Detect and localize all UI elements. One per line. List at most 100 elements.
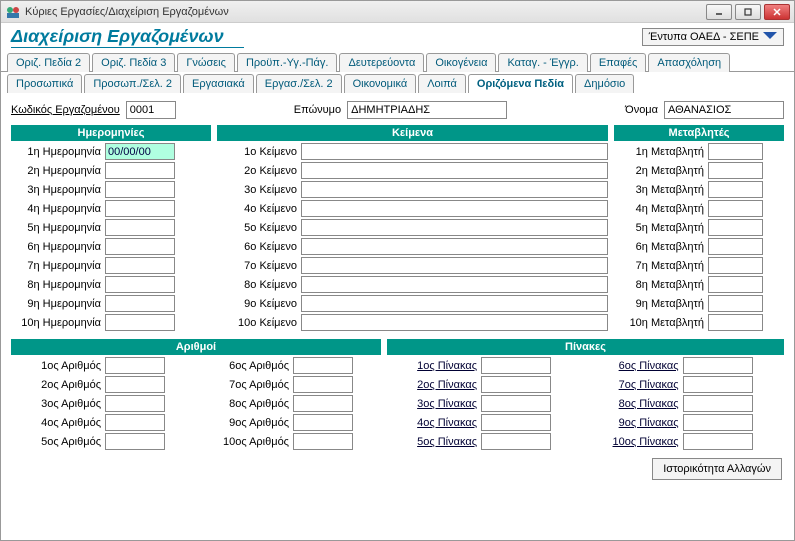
field-label: 6ο Κείμενο [217, 241, 297, 253]
field-input[interactable] [708, 143, 763, 160]
field-input[interactable] [301, 143, 608, 160]
window-title: Κύριες Εργασίες/Διαχείριση Εργαζομένων [25, 6, 706, 18]
field-input[interactable] [105, 181, 175, 198]
field-input[interactable] [683, 414, 753, 431]
field-label: 6η Μεταβλητή [614, 241, 704, 253]
tab-Γνώσεις[interactable]: Γνώσεις [177, 53, 235, 72]
field-label: 10ος Αριθμός [199, 436, 289, 448]
field-label[interactable]: 4ος Πίνακας [387, 417, 477, 429]
field-input[interactable] [301, 276, 608, 293]
field-input[interactable] [481, 414, 551, 431]
tab-Οικονομικά[interactable]: Οικονομικά [344, 74, 417, 93]
field-input[interactable] [301, 162, 608, 179]
tab-Απασχόληση[interactable]: Απασχόληση [648, 53, 730, 72]
field-label[interactable]: 10ος Πίνακας [589, 436, 679, 448]
vars-header: Μεταβλητές [614, 125, 784, 141]
close-button[interactable] [764, 4, 790, 20]
tab-Οριζ. Πεδία 2[interactable]: Οριζ. Πεδία 2 [7, 53, 90, 72]
field-input[interactable] [683, 357, 753, 374]
tab-Λοιπά[interactable]: Λοιπά [418, 74, 466, 93]
field-label[interactable]: 9ος Πίνακας [589, 417, 679, 429]
field-input[interactable] [105, 295, 175, 312]
tab-Προϋπ.-Υγ.-Πάγ.[interactable]: Προϋπ.-Υγ.-Πάγ. [237, 53, 338, 72]
minimize-button[interactable] [706, 4, 732, 20]
field-input[interactable] [293, 376, 353, 393]
field-label: 7ος Αριθμός [199, 379, 289, 391]
tab-Οριζ. Πεδία 3[interactable]: Οριζ. Πεδία 3 [92, 53, 175, 72]
field-input[interactable] [708, 219, 763, 236]
tab-Εργασ./Σελ. 2[interactable]: Εργασ./Σελ. 2 [256, 74, 342, 93]
field-input[interactable] [301, 295, 608, 312]
field-input[interactable] [683, 433, 753, 450]
surname-input[interactable] [347, 101, 507, 119]
field-label: 6η Ημερομηνία [11, 241, 101, 253]
tab-Καταγ. - Έγγρ.[interactable]: Καταγ. - Έγγρ. [498, 53, 587, 72]
field-input[interactable] [301, 219, 608, 236]
field-input[interactable] [105, 219, 175, 236]
field-input[interactable] [708, 314, 763, 331]
field-input[interactable] [105, 238, 175, 255]
field-input[interactable] [105, 276, 175, 293]
field-input[interactable] [683, 395, 753, 412]
name-input[interactable] [664, 101, 784, 119]
field-input[interactable] [708, 276, 763, 293]
field-input[interactable] [708, 181, 763, 198]
field-label[interactable]: 5ος Πίνακας [387, 436, 477, 448]
field-input[interactable] [105, 376, 165, 393]
field-input[interactable] [708, 257, 763, 274]
field-input[interactable] [293, 395, 353, 412]
field-input[interactable] [293, 433, 353, 450]
field-input[interactable] [301, 181, 608, 198]
field-input[interactable] [105, 414, 165, 431]
field-label: 5ο Κείμενο [217, 222, 297, 234]
field-label[interactable]: 3ος Πίνακας [387, 398, 477, 410]
field-input[interactable] [105, 162, 175, 179]
tab-Δευτερεύοντα[interactable]: Δευτερεύοντα [339, 53, 424, 72]
field-input[interactable] [105, 257, 175, 274]
field-input[interactable] [105, 143, 175, 160]
field-input[interactable] [105, 433, 165, 450]
field-input[interactable] [105, 200, 175, 217]
history-button[interactable]: Ιστορικότητα Αλλαγών [652, 458, 782, 480]
field-input[interactable] [105, 314, 175, 331]
field-label: 4η Μεταβλητή [614, 203, 704, 215]
field-label: 2η Ημερομηνία [11, 165, 101, 177]
code-input[interactable] [126, 101, 176, 119]
page-title: Διαχείριση Εργαζομένων [11, 26, 244, 48]
field-input[interactable] [105, 395, 165, 412]
field-input[interactable] [293, 357, 353, 374]
field-label: 4ος Αριθμός [11, 417, 101, 429]
field-input[interactable] [301, 314, 608, 331]
field-label[interactable]: 7ος Πίνακας [589, 379, 679, 391]
field-label[interactable]: 1ος Πίνακας [387, 360, 477, 372]
tabs-row-1: Οριζ. Πεδία 2Οριζ. Πεδία 3ΓνώσειςΠροϋπ.-… [1, 53, 794, 72]
forms-dropdown[interactable]: Έντυπα ΟΑΕΔ - ΣΕΠΕ [642, 28, 784, 46]
field-label: 7ο Κείμενο [217, 260, 297, 272]
field-input[interactable] [301, 200, 608, 217]
maximize-button[interactable] [735, 4, 761, 20]
field-input[interactable] [481, 395, 551, 412]
field-input[interactable] [293, 414, 353, 431]
tab-Οικογένεια[interactable]: Οικογένεια [426, 53, 496, 72]
field-input[interactable] [301, 238, 608, 255]
tab-Επαφές[interactable]: Επαφές [590, 53, 646, 72]
field-label[interactable]: 8ος Πίνακας [589, 398, 679, 410]
tab-Προσωπικά[interactable]: Προσωπικά [7, 74, 82, 93]
tab-Οριζόμενα Πεδία[interactable]: Οριζόμενα Πεδία [468, 74, 573, 93]
field-input[interactable] [481, 376, 551, 393]
field-input[interactable] [683, 376, 753, 393]
field-input[interactable] [708, 238, 763, 255]
field-input[interactable] [481, 357, 551, 374]
tab-Εργασιακά[interactable]: Εργασιακά [183, 74, 254, 93]
tab-Δημόσιο[interactable]: Δημόσιο [575, 74, 634, 93]
field-label[interactable]: 2ος Πίνακας [387, 379, 477, 391]
field-input[interactable] [708, 295, 763, 312]
field-input[interactable] [708, 200, 763, 217]
field-input[interactable] [708, 162, 763, 179]
field-input[interactable] [481, 433, 551, 450]
field-label: 9ο Κείμενο [217, 298, 297, 310]
field-label[interactable]: 6ος Πίνακας [589, 360, 679, 372]
field-input[interactable] [301, 257, 608, 274]
tab-Προσωπ./Σελ. 2[interactable]: Προσωπ./Σελ. 2 [84, 74, 181, 93]
field-input[interactable] [105, 357, 165, 374]
